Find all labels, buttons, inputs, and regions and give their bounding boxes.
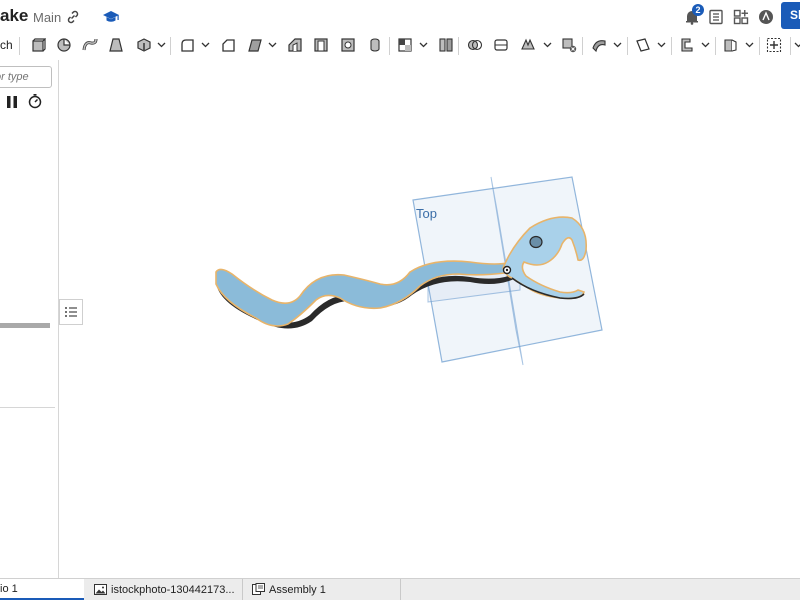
toolbar-divider [715,37,716,55]
toolbar-divider [19,37,20,55]
tab-label: io 1 [0,582,18,595]
snake-eye-hole[interactable] [529,235,543,249]
revolve-icon[interactable] [55,36,73,54]
document-list-icon[interactable] [707,8,725,26]
learning-center-icon[interactable] [757,8,775,26]
split-icon[interactable] [437,36,455,54]
notification-count-badge: 2 [692,4,704,16]
chevron-down-icon[interactable] [543,40,552,49]
image-icon [94,584,107,595]
surface-icon[interactable] [590,36,608,54]
toolbar-divider [627,37,628,55]
tab-part-studio[interactable]: io 1 [0,579,84,600]
delete-part-icon[interactable] [560,36,578,54]
chamfer-icon[interactable] [219,36,237,54]
shell-icon[interactable] [312,36,330,54]
toolbar-divider [582,37,583,55]
chevron-down-icon[interactable] [701,40,710,49]
app-store-icon[interactable] [732,8,750,26]
cylinder-icon[interactable] [366,36,384,54]
link-icon[interactable] [64,8,82,26]
toolbar-divider [759,37,760,55]
pause-icon[interactable] [5,95,19,109]
boolean-icon[interactable] [396,36,414,54]
feature-search-input[interactable] [0,66,52,88]
chevron-down-icon[interactable] [419,40,428,49]
rollback-bar[interactable] [0,323,50,328]
pattern-icon[interactable] [492,36,510,54]
chevron-down-icon[interactable] [157,40,166,49]
plane-icon[interactable] [634,36,652,54]
origin-point-center [505,268,509,272]
toolbar-divider [170,37,171,55]
toolbar-divider [389,37,390,55]
toolbar-divider [458,37,459,55]
tab-assembly[interactable]: Assembly 1 [244,579,401,600]
workspace-name[interactable]: Main [33,10,61,25]
draft-icon[interactable] [246,36,264,54]
graduation-cap-icon[interactable] [102,8,120,26]
stopwatch-icon[interactable] [27,93,43,109]
feature-toolbar: ch [0,34,800,58]
tab-image[interactable]: istockphoto-130442173... [88,579,243,600]
graphics-viewport[interactable]: Top Front [60,58,800,578]
toolbar-divider [790,37,791,55]
onshape-app: ake Main 2 Sh ch [0,0,800,600]
extrude-icon[interactable] [29,36,47,54]
chevron-down-icon[interactable] [613,40,622,49]
toolbar-divider [671,37,672,55]
tab-label: istockphoto-130442173... [111,583,235,596]
chevron-down-icon[interactable] [201,40,210,49]
chevron-down-icon[interactable] [794,40,800,49]
tab-bar: io 1 istockphoto-130442173... Assembly 1 [0,578,800,600]
sketch-button-label[interactable]: ch [0,38,13,52]
fillet-icon[interactable] [178,36,196,54]
tab-label: Assembly 1 [269,583,326,596]
add-custom-feature-icon[interactable] [765,36,783,54]
mirror-icon[interactable] [519,36,537,54]
assembly-icon [252,583,265,595]
loft-icon[interactable] [107,36,125,54]
hole-icon[interactable] [339,36,357,54]
chevron-down-icon[interactable] [745,40,754,49]
top-plane-label: Top [416,206,437,221]
thicken-icon[interactable] [135,36,153,54]
chevron-down-icon[interactable] [657,40,666,49]
share-button[interactable]: Sh [781,2,800,29]
document-title[interactable]: ake [0,6,28,26]
panel-divider [0,407,55,408]
sweep-icon[interactable] [81,36,99,54]
sheet-metal-icon[interactable] [678,36,696,54]
chevron-down-icon[interactable] [268,40,277,49]
rib-icon[interactable] [286,36,304,54]
frame-icon[interactable] [722,36,740,54]
transform-icon[interactable] [466,36,484,54]
document-header: ake Main 2 Sh [0,0,800,34]
feature-list-panel [0,60,59,578]
